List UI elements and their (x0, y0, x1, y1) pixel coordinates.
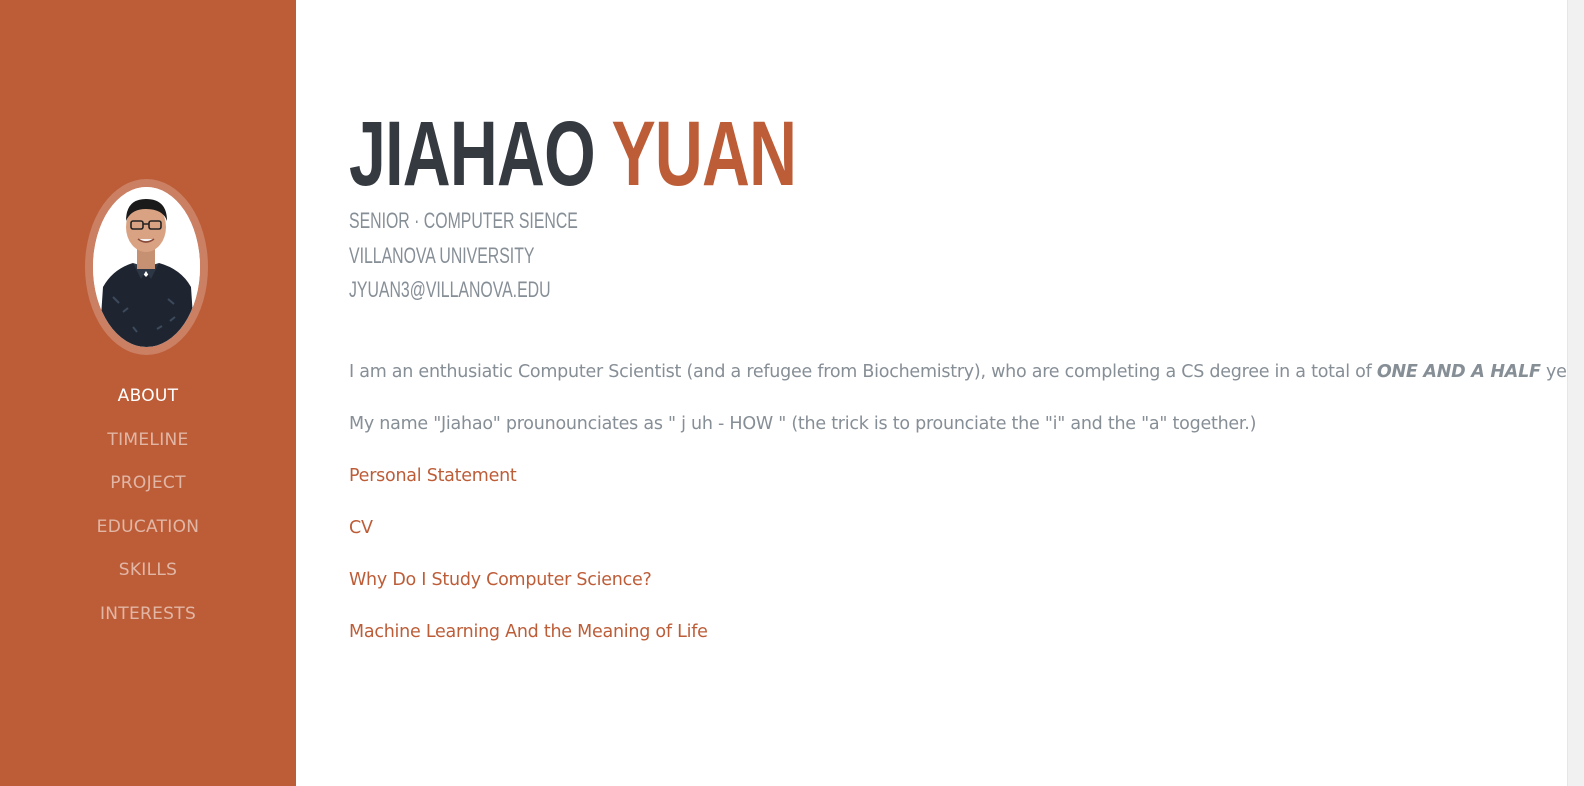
cv-link[interactable]: CV (349, 516, 373, 540)
nav-item-about[interactable]: ABOUT (0, 378, 296, 422)
nav-item-project[interactable]: PROJECT (0, 465, 296, 509)
personal-statement-link[interactable]: Personal Statement (349, 464, 517, 488)
avatar (93, 187, 200, 347)
page-title: JIAHAO YUAN (349, 103, 797, 205)
last-name: YUAN (611, 103, 797, 205)
profile-photo (93, 187, 200, 347)
intro-emphasis: ONE AND A HALF (1376, 362, 1541, 382)
why-cs-link[interactable]: Why Do I Study Computer Science? (349, 568, 652, 592)
avatar-frame (85, 179, 208, 355)
subheading-email: JYUAN3@VILLANOVA.EDU (349, 277, 551, 302)
intro-paragraph: I am an enthusiatic Computer Scientist (… (349, 360, 1584, 384)
ml-meaning-of-life-link[interactable]: Machine Learning And the Meaning of Life (349, 620, 708, 644)
sidebar: ABOUT TIMELINE PROJECT EDUCATION SKILLS … (0, 0, 296, 786)
pronunciation-paragraph: My name "Jiahao" prounounciates as " j u… (349, 414, 1257, 434)
intro-text: I am an enthusiatic Computer Scientist (… (349, 362, 1377, 382)
nav-item-timeline[interactable]: TIMELINE (0, 422, 296, 466)
page-scrollbar[interactable] (1567, 0, 1584, 786)
nav-item-education[interactable]: EDUCATION (0, 509, 296, 553)
nav-item-interests[interactable]: INTERESTS (0, 596, 296, 640)
nav-item-skills[interactable]: SKILLS (0, 552, 296, 596)
subheading-university: VILLANOVA UNIVERSITY (349, 243, 535, 268)
first-name: JIAHAO (349, 103, 596, 205)
sidebar-nav: ABOUT TIMELINE PROJECT EDUCATION SKILLS … (0, 378, 296, 640)
subheading-degree: SENIOR · COMPUTER SIENCE (349, 208, 578, 233)
